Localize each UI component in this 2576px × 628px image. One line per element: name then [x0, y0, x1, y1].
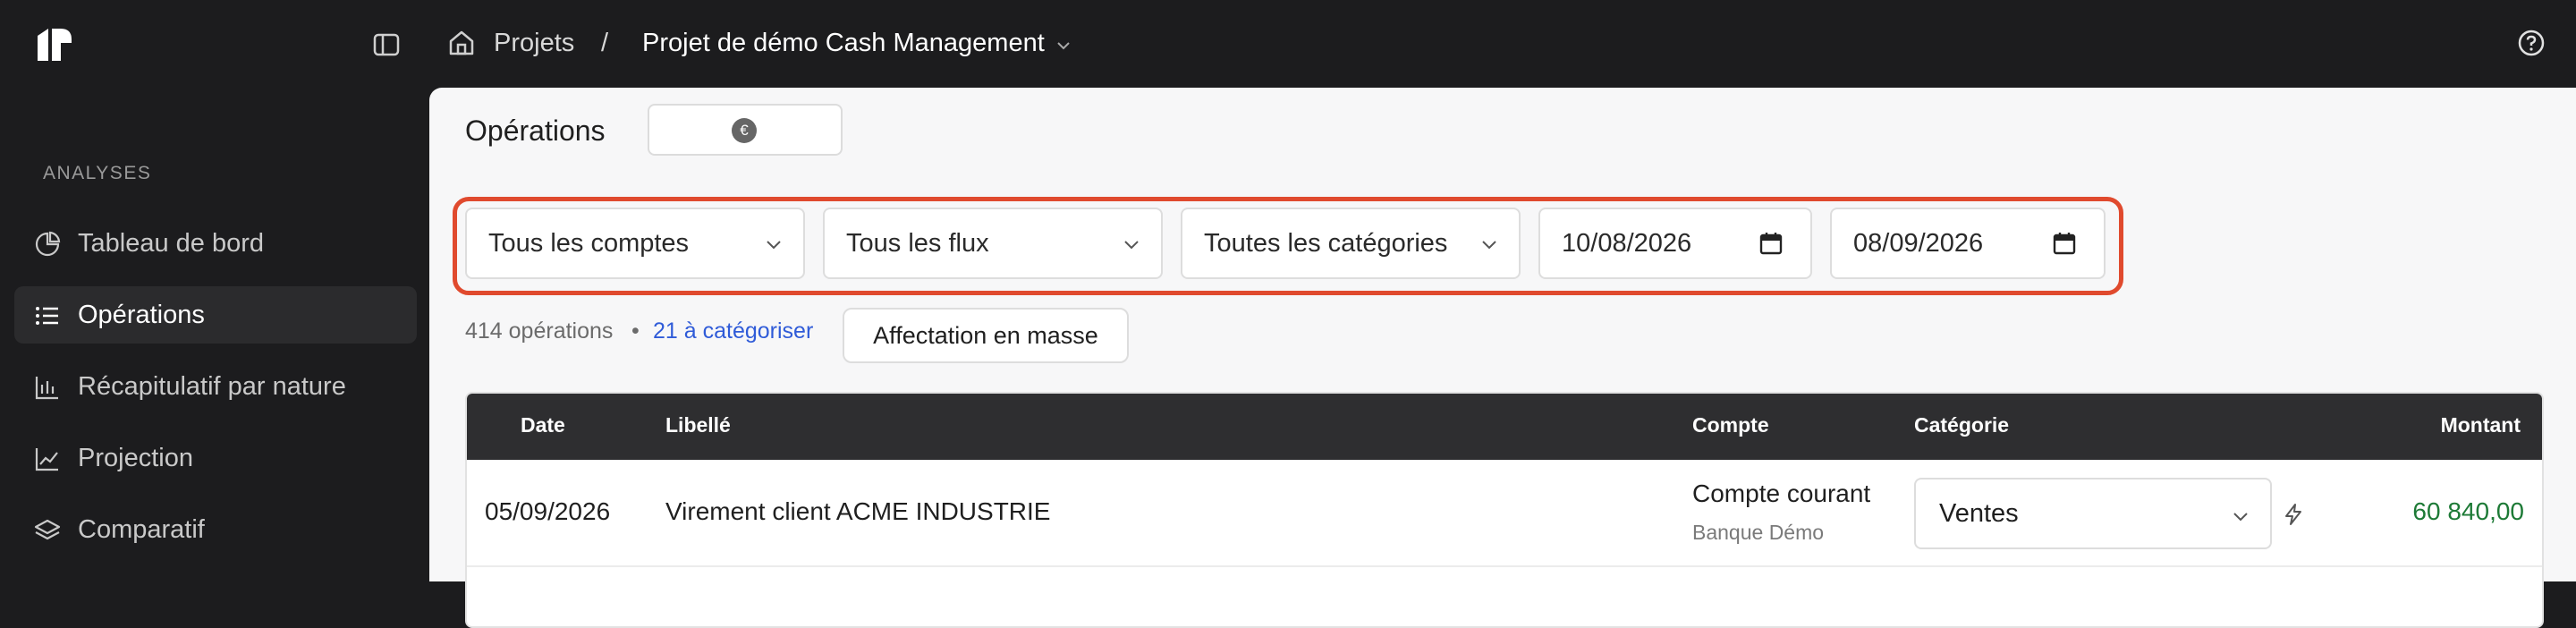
calendar-icon[interactable] — [2052, 231, 2077, 256]
column-header-date[interactable]: Date — [521, 413, 565, 437]
home-icon[interactable] — [447, 29, 476, 57]
to-categorize-link[interactable]: 21 à catégoriser — [653, 318, 813, 344]
meta-bullet: • — [631, 318, 640, 344]
help-circle-icon[interactable] — [2517, 29, 2546, 57]
pie-chart-icon — [35, 231, 61, 257]
chevron-down-icon — [2233, 513, 2248, 522]
chevron-down-icon — [767, 241, 781, 250]
main-panel: Opérations € Tous les comptes Tous les f… — [429, 88, 2576, 628]
accounts-filter-select[interactable]: Tous les comptes — [465, 208, 805, 279]
chevron-down-icon[interactable] — [1054, 36, 1073, 55]
sidebar-item-label: Comparatif — [78, 515, 205, 544]
row-date: 05/09/2026 — [485, 497, 611, 525]
breadcrumb-separator: / — [601, 29, 609, 57]
operations-count: 414 opérations — [465, 318, 614, 344]
sidebar-item-projection[interactable]: Projection — [14, 429, 417, 487]
sidebar-item-tableau-de-bord[interactable]: Tableau de bord — [14, 215, 417, 272]
chevron-down-icon — [1124, 241, 1139, 250]
row-amount: 60 840,00 — [2412, 497, 2524, 525]
layers-icon — [34, 519, 61, 540]
flows-filter-select[interactable]: Tous les flux — [823, 208, 1163, 279]
sidebar-item-label: Projection — [78, 444, 193, 472]
lightning-icon[interactable] — [2283, 503, 2304, 526]
list-icon — [36, 307, 58, 325]
sidebar-item-recapitulatif-par-nature[interactable]: Récapitulatif par nature — [14, 358, 417, 415]
categories-filter-select[interactable]: Toutes les catégories — [1181, 208, 1521, 279]
app-logo[interactable] — [36, 27, 73, 63]
column-header-amount[interactable]: Montant — [2441, 413, 2521, 437]
top-bar: Projets / Projet de démo Cash Management — [0, 0, 2576, 88]
mass-assign-button[interactable]: Affectation en masse — [843, 308, 1129, 363]
sidebar-item-label: Opérations — [78, 301, 205, 329]
calendar-icon[interactable] — [1758, 231, 1784, 256]
operations-table: Date Libellé Compte Catégorie Montant 05… — [465, 392, 2544, 628]
flows-filter-value: Tous les flux — [846, 229, 989, 258]
page-title: Opérations — [465, 115, 606, 147]
column-header-category[interactable]: Catégorie — [1914, 413, 2009, 437]
row-category-select[interactable]: Ventes — [1914, 478, 2272, 549]
date-from-value: 10/08/2026 — [1562, 229, 1692, 258]
sidebar-item-label: Tableau de bord — [78, 229, 264, 258]
column-header-account[interactable]: Compte — [1692, 413, 1769, 437]
accounts-filter-value: Tous les comptes — [488, 229, 690, 258]
sidebar-item-comparatif[interactable]: Comparatif — [14, 501, 417, 558]
sidebar-item-label: Récapitulatif par nature — [78, 372, 346, 401]
date-from-input[interactable]: 10/08/2026 — [1538, 208, 1812, 279]
categories-filter-value: Toutes les catégories — [1204, 229, 1448, 258]
breadcrumb-projects[interactable]: Projets — [494, 29, 574, 58]
euro-icon: € — [732, 118, 757, 143]
sidebar-section-label: ANALYSES — [43, 163, 152, 183]
currency-selector[interactable]: € — [648, 104, 843, 156]
date-to-input[interactable]: 08/09/2026 — [1830, 208, 2106, 279]
sidebar-toggle-icon[interactable] — [372, 30, 401, 59]
line-chart-icon — [35, 448, 58, 471]
row-bank: Banque Démo — [1692, 521, 1825, 544]
sidebar-item-operations[interactable]: Opérations — [14, 286, 417, 344]
row-label: Virement client ACME INDUSTRIE — [665, 497, 1051, 525]
chevron-down-icon — [1482, 241, 1496, 250]
table-row[interactable]: 05/09/2026 Virement client ACME INDUSTRI… — [467, 460, 2542, 567]
date-to-value: 08/09/2026 — [1853, 229, 1984, 258]
sidebar: ANALYSES Tableau de bord Opérations Réca… — [0, 88, 429, 581]
breadcrumb-current-project[interactable]: Projet de démo Cash Management — [642, 29, 1045, 58]
row-category-value: Ventes — [1939, 499, 2019, 528]
column-header-label[interactable]: Libellé — [665, 413, 731, 437]
bar-chart-icon — [35, 377, 58, 400]
row-account: Compte courant — [1692, 479, 1871, 507]
table-header: Date Libellé Compte Catégorie Montant — [467, 394, 2542, 460]
